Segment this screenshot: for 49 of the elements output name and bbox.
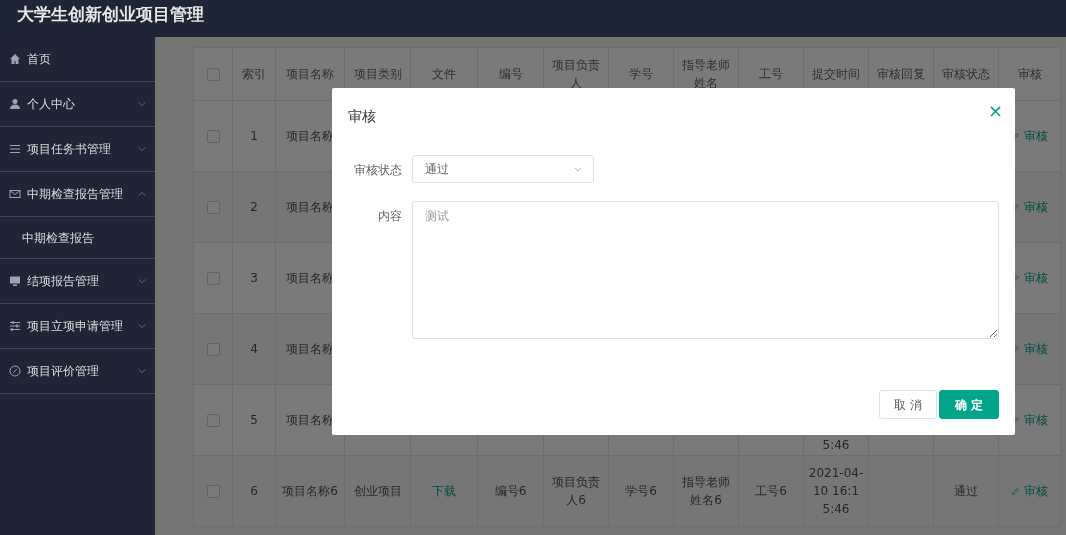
home-icon [9, 53, 21, 65]
field-label: 内容 [377, 208, 402, 225]
checkbox[interactable] [206, 68, 220, 81]
table-cell: 项目负责人6 [552, 475, 600, 507]
dialog-title: 审核 [348, 107, 376, 126]
table-cell: 通过 [954, 484, 978, 498]
table-cell: 3 [250, 271, 258, 285]
checkbox[interactable] [206, 343, 220, 356]
checkbox[interactable] [206, 272, 220, 285]
edit-icon [1011, 487, 1021, 496]
cancel-button[interactable]: 取 消 [879, 390, 937, 419]
table-cell: 指导老师姓名6 [682, 475, 730, 507]
monitor-icon [9, 275, 21, 287]
column-header: 工号 [759, 67, 783, 81]
mail-icon [9, 188, 21, 200]
column-header: 项目名称 [286, 67, 334, 81]
status-select[interactable]: 通过 [412, 155, 594, 183]
field-label: 审核状态 [353, 162, 402, 179]
checkbox[interactable] [206, 414, 220, 427]
column-header: 文件 [432, 67, 456, 81]
table-cell: 编号6 [494, 484, 527, 498]
user-icon [9, 98, 21, 110]
column-header: 索引 [242, 67, 266, 81]
column-header: 项目类别 [353, 67, 402, 81]
table-cell: 项目名称6 [282, 484, 338, 498]
table-cell: 2 [250, 200, 258, 214]
compass-icon [9, 365, 21, 377]
column-header: 学号 [629, 67, 653, 81]
table-cell: 创业项目 [353, 484, 402, 498]
table-cell: 工号6 [755, 484, 787, 498]
column-header: 项目负责人 [552, 58, 600, 90]
table-cell: 4 [250, 342, 258, 356]
column-header: 审核状态 [942, 67, 990, 81]
column-header: 审核 [1017, 67, 1042, 81]
column-header: 指导老师姓名 [682, 58, 730, 90]
checkbox[interactable] [206, 201, 220, 214]
checkbox[interactable] [206, 485, 220, 498]
list-icon [9, 143, 21, 155]
checkbox[interactable] [206, 130, 220, 143]
table-cell: 5:46 [822, 438, 850, 452]
table-cell: 6 [250, 484, 258, 498]
column-header: 编号 [498, 67, 523, 81]
column-header: 审核回复 [877, 67, 925, 81]
table-cell: 学号6 [625, 484, 657, 498]
table-cell: 2021-04-10 16:15:46 [808, 466, 864, 516]
table-cell: 1 [250, 129, 258, 143]
column-header: 提交时间 [812, 67, 860, 81]
sliders-icon [9, 320, 21, 332]
table-cell: 5 [250, 413, 258, 427]
